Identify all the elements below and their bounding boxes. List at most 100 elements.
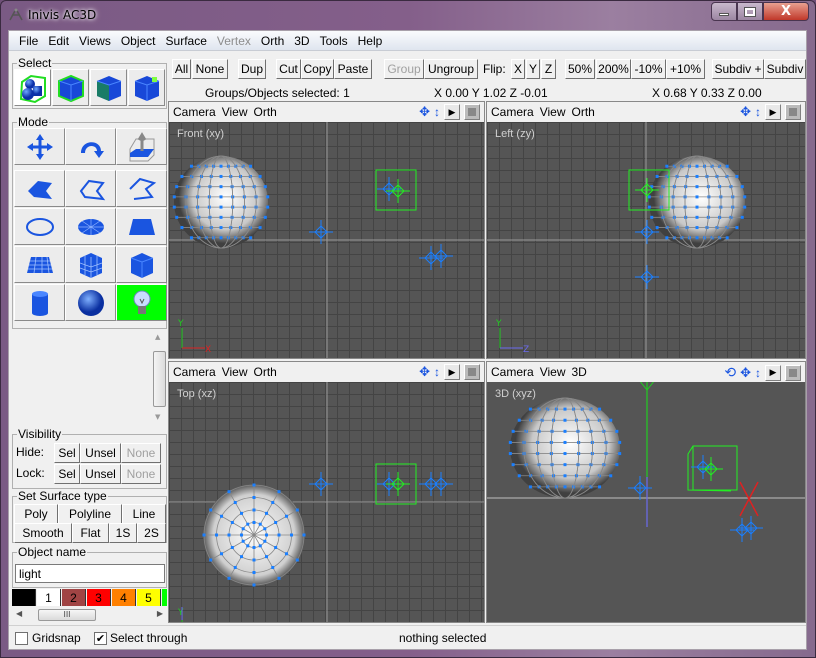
color-swatch[interactable]: 1	[37, 589, 61, 606]
scale-plus10-button[interactable]: +10%	[666, 59, 705, 79]
light-object-icon[interactable]	[429, 472, 453, 496]
viewport-left[interactable]: Camera View Orth ✥ ↕ ▶ Y Z Left (zy)	[486, 101, 806, 359]
pan-view-icon[interactable]: ✥	[419, 104, 430, 120]
color-swatch[interactable]: 5	[137, 589, 161, 606]
zoom-view-icon[interactable]: ↕	[755, 105, 761, 119]
palette-scrollbar[interactable]: ◀ III ▶	[12, 608, 167, 623]
surface-flat-button[interactable]: Flat	[72, 523, 109, 543]
menu-help[interactable]: Help	[353, 31, 388, 51]
color-swatch[interactable]: 2	[62, 589, 86, 606]
object-name-input[interactable]	[15, 564, 165, 583]
menu-edit[interactable]: Edit	[43, 31, 74, 51]
select-object-button[interactable]	[52, 69, 89, 106]
light-object-icon[interactable]	[309, 472, 333, 496]
mode-disc-button[interactable]	[65, 208, 116, 245]
scroll-thumb[interactable]	[153, 351, 166, 407]
scroll-down-icon[interactable]: ▼	[155, 413, 160, 421]
pan-view-icon[interactable]: ✥	[740, 365, 751, 381]
scroll-up-icon[interactable]: ▲	[155, 333, 160, 341]
scroll-left-icon[interactable]: ◀	[16, 609, 22, 618]
scale-minus10-button[interactable]: -10%	[631, 59, 666, 79]
viewport-canvas[interactable]: Y Z Left (zy)	[487, 122, 805, 358]
dup-button[interactable]: Dup	[238, 59, 266, 79]
light-object-icon[interactable]	[635, 265, 659, 289]
maximize-viewport-button[interactable]	[785, 364, 801, 381]
hide-unselected-button[interactable]: Unsel	[80, 443, 121, 463]
selected-light-icon[interactable]	[386, 179, 410, 203]
menu-surface[interactable]: Surface	[161, 31, 212, 51]
camera-toggle-button[interactable]: ▶	[765, 104, 781, 120]
sphere-object[interactable]	[508, 397, 622, 499]
flip-z-button[interactable]: Z	[541, 59, 556, 79]
surface-smooth-button[interactable]: Smooth	[14, 523, 72, 543]
scroll-right-icon[interactable]: ▶	[157, 609, 163, 618]
viewport-menu-orth[interactable]: Orth	[253, 365, 276, 379]
palette-scroll-thumb[interactable]: III	[38, 609, 96, 621]
paste-button[interactable]: Paste	[334, 59, 372, 79]
mode-extrude-button[interactable]	[116, 128, 167, 165]
mode-polygon-button[interactable]	[14, 170, 65, 207]
viewport-menu-camera[interactable]: Camera	[491, 365, 534, 379]
maximize-viewport-button[interactable]	[464, 104, 480, 120]
surface-polyline-button[interactable]: Polyline	[58, 504, 122, 524]
menu-vertex[interactable]: Vertex	[212, 31, 256, 51]
lock-selected-button[interactable]: Sel	[54, 464, 80, 484]
ungroup-button[interactable]: Ungroup	[424, 59, 478, 79]
viewport-menu-view[interactable]: View	[222, 105, 248, 119]
viewport-menu-view[interactable]: View	[222, 365, 248, 379]
mode-mesh-button[interactable]	[14, 246, 65, 283]
light-object-icon[interactable]	[628, 476, 652, 500]
light-object-icon[interactable]	[739, 516, 763, 540]
gridsnap-checkbox[interactable]	[15, 632, 28, 645]
hide-selected-button[interactable]: Sel	[54, 443, 80, 463]
select-through-checkbox[interactable]: ✔	[94, 632, 107, 645]
mode-cylinder-button[interactable]	[14, 284, 65, 321]
mode-sphere-button[interactable]	[65, 284, 116, 321]
maximize-button[interactable]	[737, 2, 763, 21]
light-object-icon[interactable]	[730, 518, 754, 542]
viewport-menu-3d[interactable]: 3D	[571, 365, 586, 379]
flip-x-button[interactable]: X	[511, 59, 525, 79]
menu-tools[interactable]: Tools	[315, 31, 353, 51]
camera-toggle-button[interactable]: ▶	[444, 364, 460, 380]
color-swatch[interactable]: 4	[112, 589, 136, 606]
menu-3d[interactable]: 3D	[289, 31, 314, 51]
color-swatch[interactable]: 3	[87, 589, 111, 606]
menu-views[interactable]: Views	[74, 31, 116, 51]
surface-poly-button[interactable]: Poly	[14, 504, 58, 524]
viewport-canvas[interactable]: Y X Front (xy)	[169, 122, 484, 358]
subdiv-plus-button[interactable]: Subdiv +	[712, 59, 764, 79]
color-swatch[interactable]	[12, 589, 36, 606]
mode-line-button[interactable]	[116, 170, 167, 207]
viewport-menu-camera[interactable]: Camera	[173, 365, 216, 379]
select-vertex-button[interactable]	[128, 69, 165, 106]
camera-toggle-button[interactable]: ▶	[765, 364, 781, 381]
viewport-menu-orth[interactable]: Orth	[571, 105, 594, 119]
surface-2s-button[interactable]: 2S	[137, 523, 166, 543]
surface-1s-button[interactable]: 1S	[109, 523, 137, 543]
mode-panel-scrollbar[interactable]: ▲ ▼	[152, 331, 167, 423]
scale-50-button[interactable]: 50%	[565, 59, 595, 79]
rotate-view-icon[interactable]: ⟲	[724, 364, 736, 381]
none-button[interactable]: None	[192, 59, 228, 79]
copy-button[interactable]: Copy	[301, 59, 334, 79]
light-object-icon[interactable]	[419, 246, 443, 270]
surface-line-button[interactable]: Line	[122, 504, 166, 524]
zoom-view-icon[interactable]: ↕	[755, 366, 761, 380]
viewport-menu-camera[interactable]: Camera	[173, 105, 216, 119]
viewport-top[interactable]: Camera View Orth ✥ ↕ ▶ YXTop (xz)	[168, 361, 485, 623]
selected-light-icon[interactable]	[386, 472, 410, 496]
pan-view-icon[interactable]: ✥	[419, 364, 430, 380]
color-swatch[interactable]	[162, 589, 167, 606]
all-button[interactable]: All	[172, 59, 191, 79]
light-object-icon[interactable]	[429, 244, 453, 268]
lock-unselected-button[interactable]: Unsel	[80, 464, 121, 484]
menu-file[interactable]: File	[14, 31, 43, 51]
viewport-menu-camera[interactable]: Camera	[491, 105, 534, 119]
minimize-button[interactable]	[711, 2, 737, 21]
maximize-viewport-button[interactable]	[785, 104, 801, 120]
lock-none-button[interactable]: None	[121, 464, 161, 484]
cut-button[interactable]: Cut	[276, 59, 301, 79]
select-group-button[interactable]	[14, 69, 51, 106]
viewport-3d[interactable]: Camera View 3D ⟲ ✥ ↕ ▶ 3D (xyz)	[486, 361, 806, 623]
